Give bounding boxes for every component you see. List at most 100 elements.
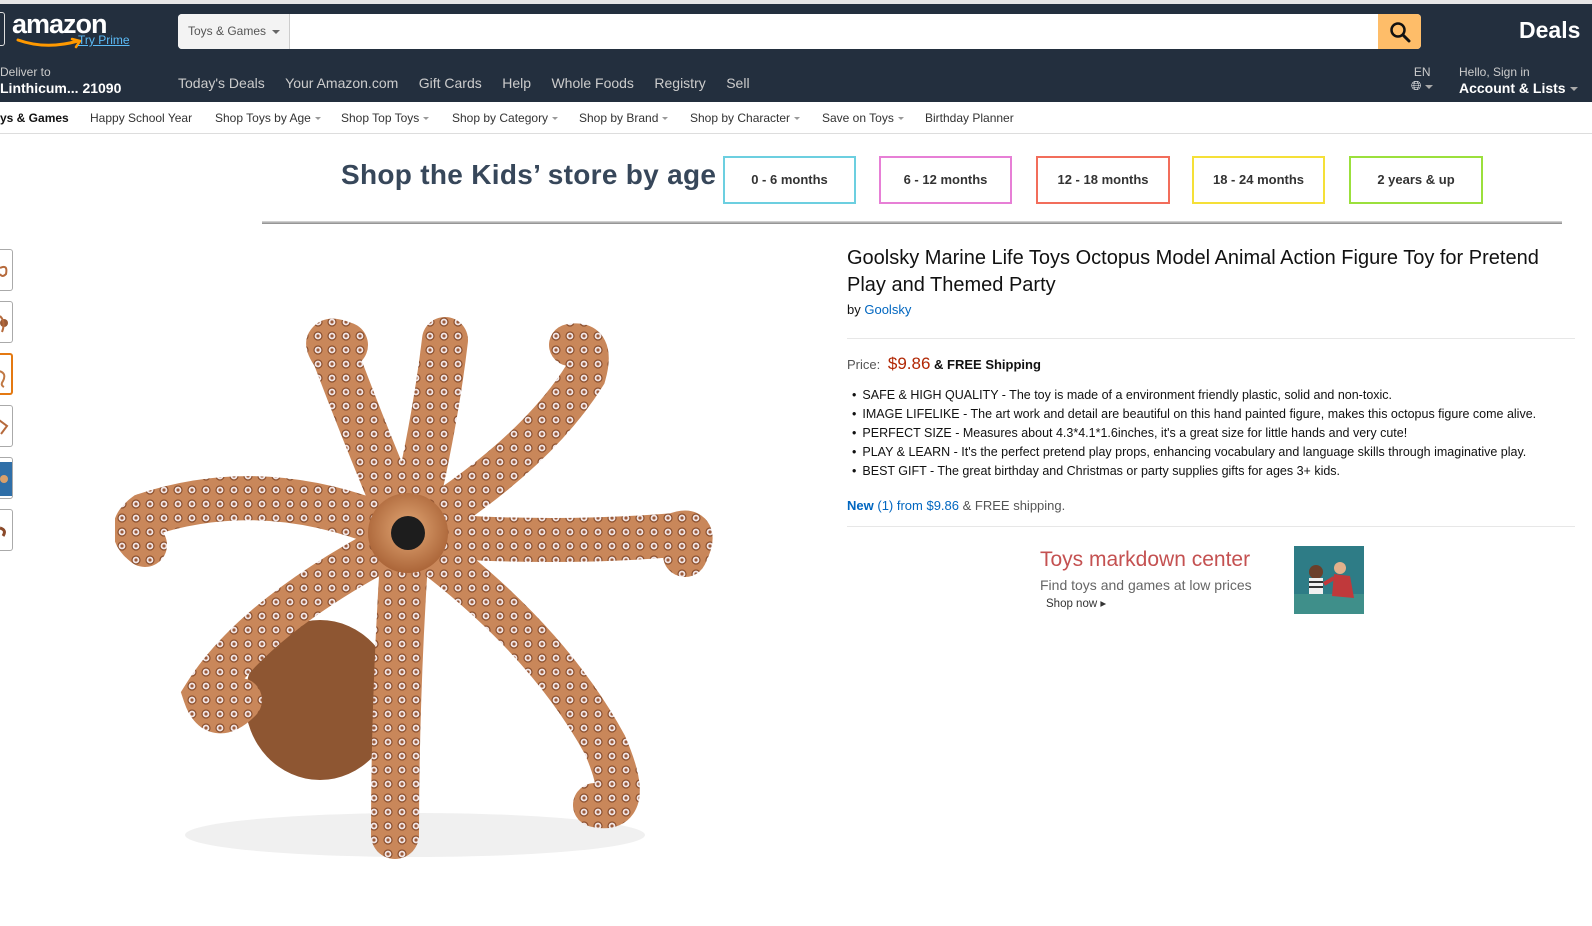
subnav-item-happy-school-year[interactable]: Happy School Year — [90, 111, 192, 125]
language-selector[interactable]: EN 🌐︎ — [1411, 65, 1434, 93]
chevron-down-icon — [1569, 87, 1578, 92]
divider — [847, 526, 1575, 527]
subnav-item-shop-by-category[interactable]: Shop by Category — [452, 111, 559, 125]
image-thumbnail[interactable] — [0, 457, 13, 499]
age-button-18-24-months[interactable]: 18 - 24 months — [1192, 156, 1325, 204]
deliver-to-label: Deliver to — [0, 65, 51, 79]
chevron-down-icon — [272, 29, 281, 34]
search-icon — [1390, 22, 1411, 43]
new-offers-link[interactable]: New — [847, 498, 874, 513]
subnav-label: Shop Top Toys — [341, 111, 420, 125]
feature-bullet: BEST GIFT - The great birthday and Chris… — [852, 462, 1582, 481]
age-button-0-6-months[interactable]: 0 - 6 months — [723, 156, 856, 204]
account-menu[interactable]: Hello, Sign in Account & Lists — [1459, 65, 1578, 97]
search-department-dropdown[interactable]: Toys & Games — [178, 14, 290, 49]
product-main-image[interactable] — [113, 315, 715, 875]
hamburger-menu-button[interactable] — [0, 12, 5, 46]
account-lists-label: Account & Lists — [1459, 80, 1566, 96]
top-nav-bar: amazon Try Prime Toys & Games Deals — [0, 0, 1592, 63]
subnav-label: Shop by Category — [452, 111, 549, 125]
kids-playing-image — [1294, 546, 1364, 614]
price-value: $9.86 — [887, 354, 931, 373]
chevron-down-icon — [552, 117, 559, 121]
free-shipping-label[interactable]: & FREE Shipping — [934, 357, 1041, 372]
nav-link-todays-deals[interactable]: Today's Deals — [178, 75, 265, 91]
image-thumbnail[interactable] — [0, 249, 13, 291]
nav-link-whole-foods[interactable]: Whole Foods — [551, 75, 633, 91]
product-byline: by Goolsky — [847, 302, 911, 317]
divider — [847, 338, 1575, 339]
octopus-thumbnail-icon — [0, 315, 8, 333]
banner-divider — [262, 221, 1562, 224]
markdown-ad-subtitle: Find toys and games at low prices — [1040, 577, 1252, 593]
subnav-item-shop-toys-by-age[interactable]: Shop Toys by Age — [215, 111, 321, 125]
feature-bullet: IMAGE LIFELIKE - The art work and detail… — [852, 405, 1582, 424]
try-prime-link[interactable]: Try Prime — [78, 33, 130, 47]
octopus-thumbnail-icon — [0, 370, 6, 388]
brand-link[interactable]: Goolsky — [864, 302, 911, 317]
chevron-down-icon — [897, 117, 904, 121]
deliver-to-location[interactable]: Deliver to Linthicum... 21090 — [0, 66, 121, 97]
toys-markdown-ad[interactable]: Toys markdown center Find toys and games… — [1040, 544, 1370, 616]
subnav-item-save-on-toys[interactable]: Save on Toys — [822, 111, 904, 125]
image-thumbnail[interactable] — [0, 509, 13, 551]
search-bar: Toys & Games — [178, 14, 1421, 49]
price-label: Price: — [847, 357, 881, 372]
nav-link-registry[interactable]: Registry — [654, 75, 705, 91]
age-button-12-18-months[interactable]: 12 - 18 months — [1036, 156, 1170, 204]
shop-now-link[interactable]: Shop now ▸ — [1046, 596, 1106, 610]
octopus-thumbnail-icon — [0, 419, 9, 435]
chevron-down-icon — [314, 117, 321, 121]
nav-links: Today's Deals Your Amazon.com Gift Cards… — [178, 75, 766, 93]
subnav-item-toys-games[interactable]: ys & Games — [0, 111, 69, 125]
image-thumbnail-selected[interactable] — [0, 353, 13, 395]
chevron-down-icon — [423, 117, 430, 121]
nav-link-your-amazon[interactable]: Your Amazon.com — [285, 75, 398, 91]
arrow-right-icon: ▸ — [1100, 598, 1107, 610]
subnav-label: Shop by Brand — [579, 111, 659, 125]
image-thumbnail[interactable] — [0, 405, 13, 447]
deals-link[interactable]: Deals — [1519, 17, 1580, 44]
feature-bullet: PERFECT SIZE - Measures about 4.3*4.1*1.… — [852, 424, 1582, 443]
chevron-down-icon — [794, 117, 801, 121]
subnav-item-shop-by-character[interactable]: Shop by Character — [690, 111, 801, 125]
chevron-down-icon — [1425, 84, 1434, 89]
language-code: EN — [1413, 65, 1431, 79]
age-button-6-12-months[interactable]: 6 - 12 months — [879, 156, 1012, 204]
offers-count-link[interactable]: (1) from $9.86 — [877, 498, 959, 513]
subnav-label: Shop by Character — [690, 111, 791, 125]
search-button[interactable] — [1378, 14, 1421, 49]
search-input[interactable] — [291, 14, 1379, 49]
offers-shipping-text: & FREE shipping. — [962, 498, 1066, 513]
image-thumbnail[interactable] — [0, 301, 13, 343]
octopus-figure-image — [113, 317, 713, 859]
subnav-item-birthday-planner[interactable]: Birthday Planner — [925, 111, 1014, 125]
nav-link-sell[interactable]: Sell — [726, 75, 749, 91]
octopus-thumbnail-icon — [0, 462, 12, 496]
nav-link-help[interactable]: Help — [502, 75, 531, 91]
by-label: by — [847, 302, 861, 317]
price-block: Price: $9.86 & FREE Shipping — [847, 354, 1041, 374]
age-button-2-years-up[interactable]: 2 years & up — [1349, 156, 1483, 204]
deliver-location: Linthicum... 21090 — [0, 80, 122, 96]
toys-subnav: ys & Games Happy School Year Shop Toys b… — [0, 102, 1592, 134]
feature-bullet: SAFE & HIGH QUALITY - The toy is made of… — [852, 386, 1582, 405]
markdown-ad-title: Toys markdown center — [1040, 548, 1251, 571]
markdown-ad-image — [1294, 546, 1364, 614]
age-banner-title: Shop the Kids’ store by age — [341, 159, 717, 190]
secondary-nav-bar: Deliver to Linthicum... 21090 Today's De… — [0, 63, 1592, 102]
other-offers: New (1) from $9.86 & FREE shipping. — [847, 498, 1065, 513]
globe-icon: 🌐︎ — [1411, 78, 1422, 93]
shop-now-label: Shop now — [1046, 598, 1098, 610]
subnav-label: Save on Toys — [822, 111, 894, 125]
search-department-label: Toys & Games — [188, 24, 267, 38]
nav-link-gift-cards[interactable]: Gift Cards — [419, 75, 482, 91]
product-title: Goolsky Marine Life Toys Octopus Model A… — [847, 247, 1539, 296]
chevron-down-icon — [662, 117, 669, 121]
smile-arrow-icon — [16, 37, 83, 49]
amazon-logo[interactable]: amazon Try Prime — [12, 9, 142, 51]
feature-bullet: PLAY & LEARN - It's the perfect pretend … — [852, 443, 1582, 462]
subnav-item-shop-by-brand[interactable]: Shop by Brand — [579, 111, 669, 125]
account-greeting: Hello, Sign in — [1459, 65, 1530, 79]
subnav-item-shop-top-toys[interactable]: Shop Top Toys — [341, 111, 430, 125]
